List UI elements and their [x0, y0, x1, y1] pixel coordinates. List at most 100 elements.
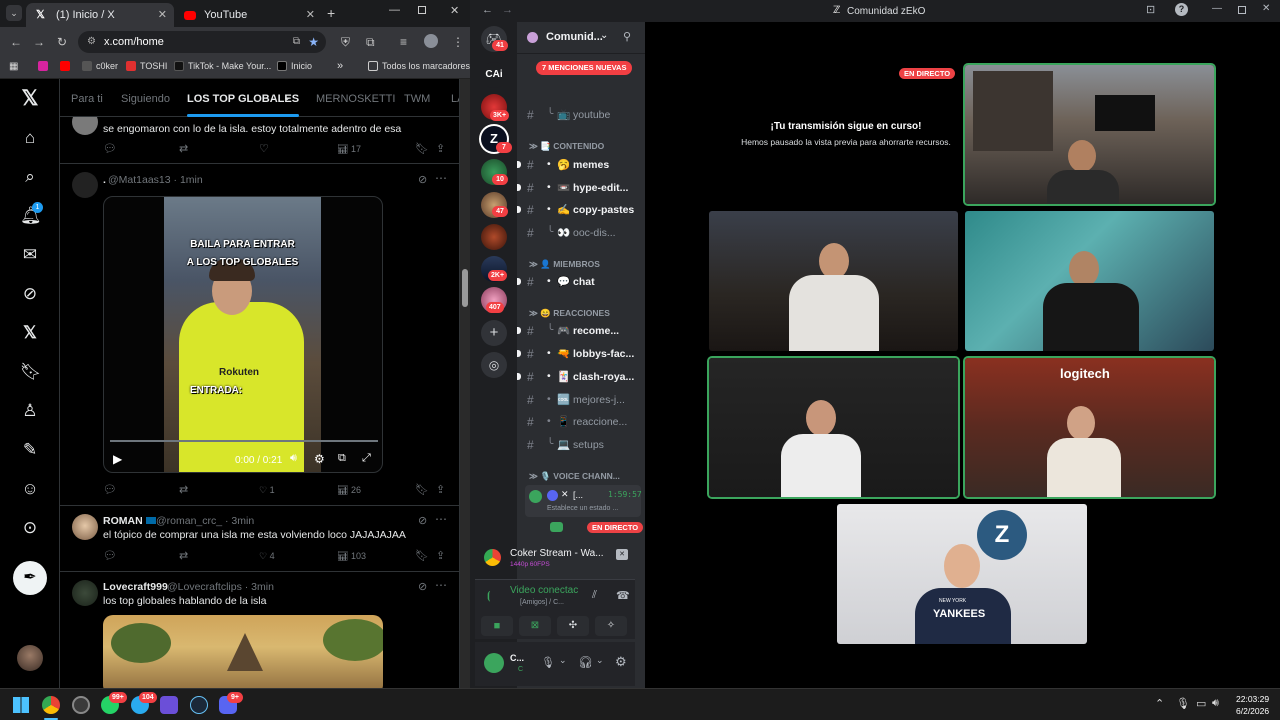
articles-icon[interactable]: ✎: [20, 440, 40, 460]
channel-category[interactable]: ≫ 👤 MIEMBROS: [529, 259, 600, 270]
reading-list-icon[interactable]: ≡: [400, 35, 407, 49]
back-icon[interactable]: ←: [10, 35, 22, 49]
soundboard-button[interactable]: ✧: [595, 616, 627, 636]
reload-icon[interactable]: ↻: [57, 35, 67, 49]
youtube-bm-icon[interactable]: [60, 61, 74, 71]
share-icon[interactable]: ⇪: [436, 549, 445, 562]
stop-stream-icon[interactable]: ✕: [616, 549, 628, 560]
forward-icon[interactable]: →: [502, 4, 513, 16]
noise-suppression-icon[interactable]: ⫽: [592, 589, 597, 602]
reply-icon[interactable]: 💬︎: [103, 142, 117, 155]
tweet-handle[interactable]: @Mat1aas13 · 1min: [108, 174, 203, 186]
tab-youtube[interactable]: YouTube ✕: [174, 3, 322, 27]
like-count[interactable]: ♡ 4: [259, 551, 275, 562]
disconnect-icon[interactable]: ☎: [616, 589, 630, 602]
user-avatar[interactable]: [484, 653, 504, 673]
repost-icon[interactable]: ⇄: [179, 549, 188, 562]
tweet-handle[interactable]: @Lovecraftclips · 3min: [167, 581, 274, 593]
forward-icon[interactable]: →: [33, 35, 45, 49]
x-logo-icon[interactable]: 𝕏: [20, 88, 40, 109]
menu-kebab-icon[interactable]: ⋮: [452, 35, 464, 49]
chevron-down-icon[interactable]: ⌄: [596, 655, 604, 666]
extensions-icon[interactable]: ⧉: [366, 35, 375, 50]
bookmarks-overflow-icon[interactable]: »: [337, 60, 343, 72]
close-tab-icon[interactable]: ✕: [306, 3, 315, 27]
headphones-icon[interactable]: 🎧︎: [578, 655, 593, 669]
search-icon[interactable]: ⌕: [20, 167, 40, 187]
tab-following[interactable]: Siguiendo: [121, 93, 170, 105]
tweet-image[interactable]: [103, 615, 383, 688]
profile-icon[interactable]: ☺: [20, 479, 40, 499]
like-icon[interactable]: ♡: [259, 142, 269, 155]
back-icon[interactable]: ←: [482, 4, 493, 16]
inbox-icon[interactable]: ⊡: [1146, 3, 1155, 16]
views-count[interactable]: 📊︎ 26: [337, 485, 361, 496]
grok-icon[interactable]: ⊘: [20, 284, 40, 304]
windows-start-icon[interactable]: [13, 697, 29, 713]
obs-taskbar-icon[interactable]: [72, 696, 90, 714]
new-tab-button[interactable]: +: [327, 5, 335, 21]
mentions-banner[interactable]: 7 MENCIONES NUEVAS: [536, 61, 633, 75]
apps-grid-icon[interactable]: ▦: [9, 61, 18, 72]
close-window-icon[interactable]: ✕: [450, 4, 459, 17]
bookmark-icon[interactable]: 🔖︎: [415, 483, 429, 496]
install-app-icon[interactable]: ⧉: [293, 31, 300, 53]
discover-compass-icon[interactable]: ◎: [481, 352, 507, 378]
repost-icon[interactable]: ⇄: [179, 483, 188, 496]
close-tab-icon[interactable]: ✕: [158, 3, 167, 27]
close-window-icon[interactable]: ✕: [1262, 3, 1270, 14]
tab-x-home[interactable]: 𝕏 (1) Inicio / X ✕: [26, 3, 174, 27]
camera-tile[interactable]: [709, 211, 958, 351]
bookmark-icon[interactable]: 🔖︎: [415, 142, 429, 155]
volume-tray-icon[interactable]: 🔊︎: [1212, 697, 1219, 710]
voice-user-row[interactable]: ✕ [... 1:59:57 Establece un estado ...: [525, 485, 642, 517]
more-circle-icon[interactable]: ⊙: [20, 518, 40, 538]
minimize-icon[interactable]: —: [1212, 3, 1222, 14]
scrollbar-thumb[interactable]: [462, 269, 468, 307]
chevron-down-icon[interactable]: ⌄: [283, 92, 291, 103]
channel-category[interactable]: ≫ 😄 REACCIONES: [529, 308, 610, 319]
username[interactable]: C...: [510, 653, 524, 663]
app-grid-taskbar-icon[interactable]: [160, 696, 178, 714]
premium-x-icon[interactable]: 𝕏: [20, 323, 40, 343]
camera-button[interactable]: ■: [481, 616, 513, 636]
tweet-author-name[interactable]: ROMAN: [103, 515, 156, 527]
camera-tile-streamer[interactable]: [965, 65, 1214, 204]
more-icon[interactable]: ⋯: [435, 171, 447, 185]
reply-icon[interactable]: 💬︎: [103, 483, 117, 496]
share-icon[interactable]: ⇪: [436, 483, 445, 496]
grok-explain-icon[interactable]: ⊘: [418, 514, 427, 527]
shield-extension-icon[interactable]: ⛨: [341, 35, 350, 50]
profile-avatar[interactable]: [424, 34, 438, 48]
server-header[interactable]: Comunid... ⌄ ⚲: [517, 22, 645, 54]
bookmarks-icon[interactable]: 🔖︎: [20, 362, 42, 382]
pip-icon[interactable]: ⧉: [338, 452, 346, 465]
network-icon[interactable]: ▭: [1196, 697, 1206, 710]
bookmark-icon[interactable]: 🔖︎: [415, 549, 429, 562]
server-icon[interactable]: [481, 224, 507, 250]
screenshare-button[interactable]: ⊠: [519, 616, 551, 636]
bookmark-tiktok[interactable]: TikTok - Make Your...: [174, 61, 271, 71]
all-bookmarks-folder[interactable]: Todos los marcadores: [368, 61, 470, 71]
clock-time[interactable]: 22:03:29: [1236, 694, 1269, 704]
settings-gear-icon[interactable]: ⚙: [314, 452, 325, 466]
page-scrollbar[interactable]: [460, 79, 470, 688]
bookmark-c0ker[interactable]: c0ker: [82, 61, 118, 71]
maximize-icon[interactable]: [418, 6, 426, 14]
home-icon[interactable]: ⌂: [20, 128, 40, 148]
more-icon[interactable]: ⋯: [435, 578, 447, 592]
tab-mernosketti[interactable]: MERNOSKETTI: [316, 93, 395, 105]
fullscreen-icon[interactable]: ⤢: [362, 452, 371, 465]
instagram-icon[interactable]: [38, 61, 52, 71]
camera-tile[interactable]: [965, 211, 1214, 351]
tweet-handle[interactable]: @roman_crc_ · 3min: [156, 515, 254, 527]
video-player[interactable]: BAILA PARA ENTRAR A LOS TOP GLOBALES Rok…: [103, 196, 383, 473]
grok-explain-icon[interactable]: ⊘: [418, 173, 427, 186]
maximize-icon[interactable]: [1238, 6, 1246, 14]
help-icon[interactable]: ?: [1175, 3, 1188, 16]
tab-for-you[interactable]: Para ti: [71, 93, 103, 105]
clock-date[interactable]: 6/2/2026: [1236, 706, 1269, 716]
site-info-icon[interactable]: ⚙: [87, 31, 96, 53]
post-compose-button[interactable]: ✒: [13, 561, 47, 595]
chevron-down-icon[interactable]: ⌄: [559, 655, 567, 666]
